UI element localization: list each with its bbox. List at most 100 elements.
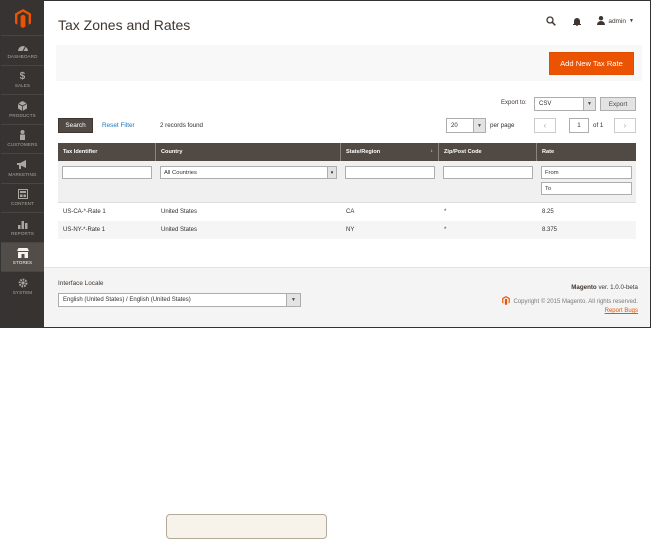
table-row[interactable]: US-NY-*-Rate 1 United States NY * 8.375 (58, 221, 636, 239)
header-actions: admin ▼ (545, 15, 634, 27)
empty-field-box[interactable] (166, 514, 327, 539)
cell-state-region: CA (346, 209, 355, 215)
cube-icon (17, 100, 29, 111)
bell-icon[interactable] (571, 15, 583, 27)
page-number-input[interactable]: 1 (569, 118, 589, 133)
column-header-state-region[interactable]: State/Region ↓ (341, 143, 439, 161)
per-page-value: 20 (451, 122, 458, 129)
filter-cell-country: All Countries ▼ (156, 161, 341, 202)
admin-window: DASHBOARD $ SALES PRODUCTS CUSTOMERS MAR… (0, 0, 651, 328)
cell-tax-identifier: US-NY-*-Rate 1 (63, 227, 106, 233)
table-row[interactable]: US-CA-*-Rate 1 United States CA * 8.25 (58, 203, 636, 221)
country-filter-select[interactable]: All Countries ▼ (160, 166, 337, 179)
search-icon[interactable] (545, 15, 557, 27)
add-new-tax-rate-button[interactable]: Add New Tax Rate (549, 52, 634, 75)
sidebar-item-label: REPORTS (11, 230, 34, 236)
magento-logo-icon[interactable] (1, 1, 44, 35)
chevron-down-icon: ▼ (327, 167, 336, 178)
per-page-label: per page (490, 122, 515, 129)
per-page-select[interactable]: 20 ▼ (446, 118, 486, 133)
copyright-notice: Copyright © 2015 Magento. All rights res… (501, 296, 639, 307)
export-button[interactable]: Export (600, 97, 636, 111)
tax-identifier-filter-input[interactable] (62, 166, 152, 179)
admin-sidebar: DASHBOARD $ SALES PRODUCTS CUSTOMERS MAR… (1, 1, 44, 327)
records-found: 2 records found (160, 122, 203, 129)
grid-header-row: Tax Identifier Country State/Region ↓ Zi… (58, 143, 636, 161)
sidebar-item-label: STORES (12, 260, 33, 266)
content-icon (17, 189, 29, 200)
chevron-down-icon: ▼ (286, 294, 300, 306)
sidebar-item-sales[interactable]: $ SALES (1, 64, 44, 95)
sidebar-item-label: SALES (14, 83, 31, 89)
interface-locale-label: Interface Locale (58, 280, 104, 287)
cell-country: United States (161, 227, 198, 233)
column-header-label: Tax Identifier (63, 149, 98, 155)
country-filter-value: All Countries (164, 169, 197, 176)
interface-locale-value: English (United States) / English (Unite… (63, 297, 191, 303)
person-icon (17, 130, 29, 141)
sidebar-item-reports[interactable]: REPORTS (1, 212, 44, 242)
page-title: Tax Zones and Rates (58, 17, 191, 33)
gear-icon (17, 278, 29, 288)
column-header-zip-post-code[interactable]: Zip/Post Code (439, 143, 537, 161)
sidebar-item-marketing[interactable]: MARKETING (1, 153, 44, 183)
export-label: Export to: (501, 100, 527, 106)
interface-locale-select[interactable]: English (United States) / English (Unite… (58, 293, 301, 307)
rate-to-input[interactable]: To (541, 182, 632, 195)
state-region-filter-input[interactable] (345, 166, 435, 179)
sidebar-item-system[interactable]: SYSTEM (1, 271, 44, 301)
cell-tax-identifier: US-CA-*-Rate 1 (63, 209, 106, 215)
page-count-label: of 1 (593, 122, 604, 129)
zip-post-code-filter-input[interactable] (443, 166, 533, 179)
rate-from-input[interactable]: From (541, 166, 632, 179)
bar-chart-icon (17, 219, 29, 229)
column-header-country[interactable]: Country (156, 143, 341, 161)
chevron-down-icon: ▼ (583, 98, 595, 110)
admin-username: admin (608, 17, 627, 25)
sidebar-item-label: MARKETING (8, 171, 37, 177)
page-footer: Interface Locale English (United States)… (44, 267, 650, 327)
sidebar-item-content[interactable]: CONTENT (1, 182, 44, 213)
tax-rates-grid: Tax Identifier Country State/Region ↓ Zi… (58, 143, 636, 239)
previous-page-button[interactable]: ‹ (534, 118, 556, 133)
magento-brand: Magento (571, 284, 597, 291)
sidebar-item-products[interactable]: PRODUCTS (1, 94, 44, 124)
sidebar-item-label: DASHBOARD (7, 53, 38, 59)
sidebar-item-label: SYSTEM (12, 289, 33, 295)
copyright-text: Copyright © 2015 Magento. All rights res… (513, 298, 639, 305)
column-header-label: Country (161, 149, 183, 155)
column-header-label: Zip/Post Code (444, 149, 482, 155)
column-header-tax-identifier[interactable]: Tax Identifier (58, 143, 156, 161)
column-header-rate[interactable]: Rate (537, 143, 636, 161)
grid-filter-row: All Countries ▼ From To (58, 161, 636, 203)
sidebar-item-label: CONTENT (11, 201, 34, 207)
caret-down-icon: ▼ (629, 18, 634, 24)
column-header-label: Rate (542, 149, 555, 155)
dollar-icon: $ (19, 70, 26, 82)
magento-version: Magento ver. 1.0.0-beta (571, 284, 638, 291)
next-page-button[interactable]: › (614, 118, 636, 133)
cell-rate: 8.375 (542, 227, 558, 233)
export-row: Export to: CSV ▼ Export (44, 97, 650, 111)
main-content: Tax Zones and Rates admin ▼ Add New Tax … (44, 1, 650, 327)
sidebar-item-label: PRODUCTS (9, 112, 36, 118)
magento-logo-icon (501, 296, 510, 307)
search-button[interactable]: Search (58, 118, 93, 133)
sidebar-item-dashboard[interactable]: DASHBOARD (1, 35, 44, 65)
sidebar-item-customers[interactable]: CUSTOMERS (1, 123, 44, 154)
cell-zip-post-code: * (444, 209, 447, 215)
cell-rate: 8.25 (542, 209, 554, 215)
store-icon (16, 248, 29, 259)
filter-cell-rate: From To (537, 161, 636, 202)
report-bugs-link[interactable]: Report Bugs (605, 308, 638, 314)
sidebar-item-stores[interactable]: STORES (1, 241, 44, 271)
grid-toolbar: Search Reset Filter 2 records found 20 ▼… (44, 118, 650, 134)
user-icon (597, 15, 606, 27)
reset-filter-link[interactable]: Reset Filter (102, 122, 135, 129)
chevron-down-icon: ▼ (473, 119, 485, 132)
admin-user-menu[interactable]: admin ▼ (597, 15, 634, 27)
sort-arrow-icon: ↓ (430, 148, 434, 154)
export-format-select[interactable]: CSV ▼ (534, 97, 596, 111)
chevron-left-icon: ‹ (543, 121, 547, 130)
dashboard-icon (17, 42, 29, 52)
